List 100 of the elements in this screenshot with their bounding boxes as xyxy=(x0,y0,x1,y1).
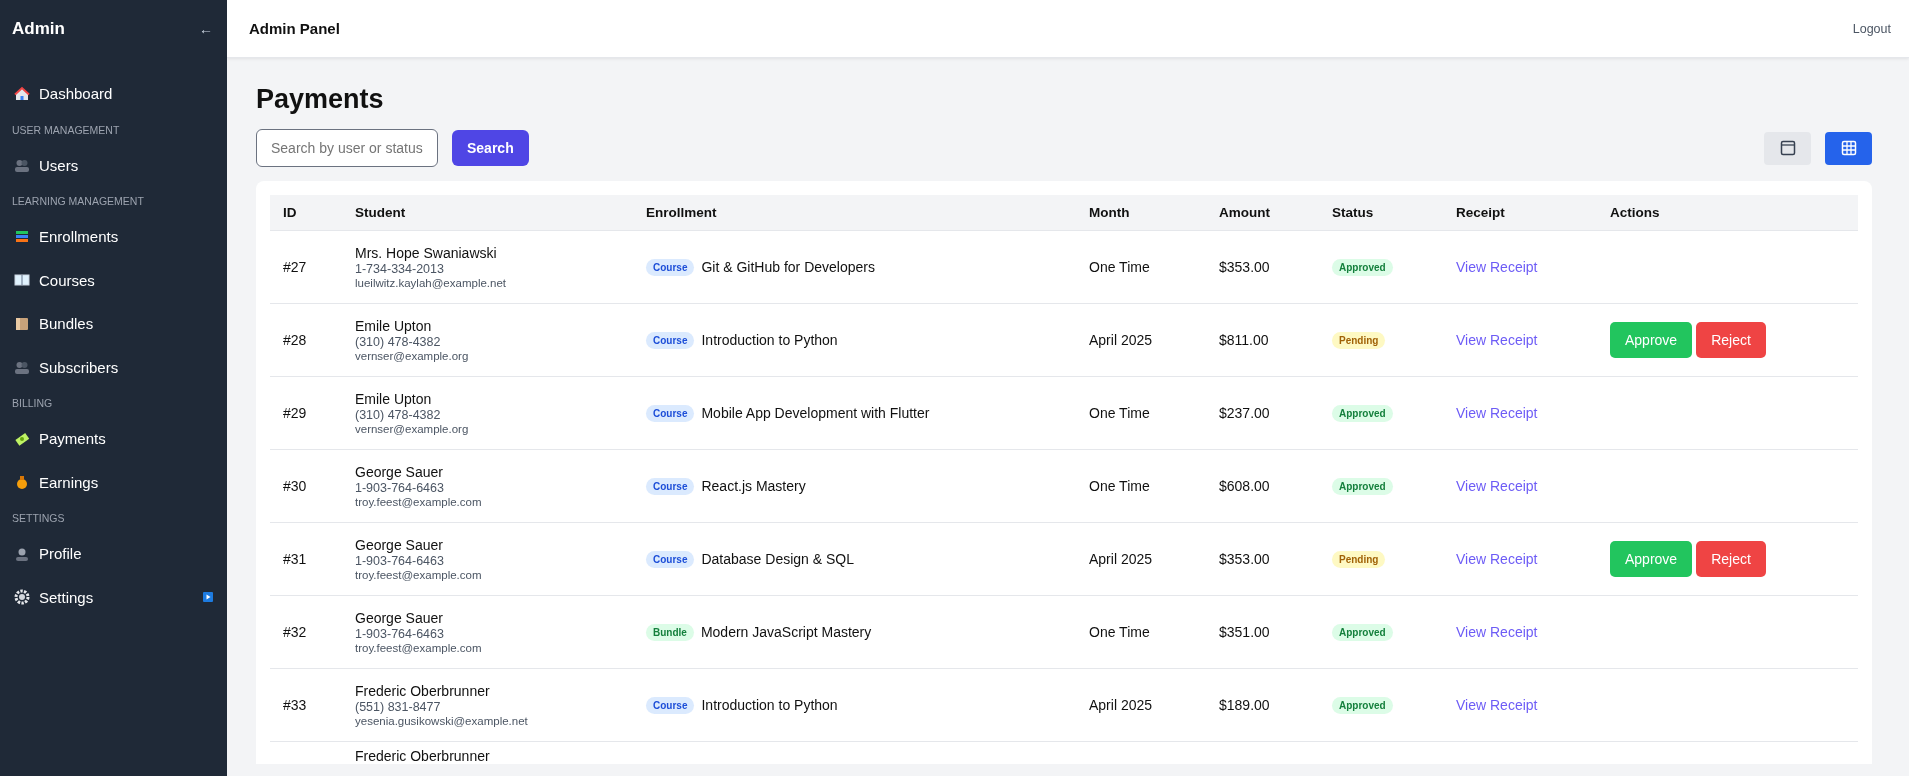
status-tag: Approved xyxy=(1332,477,1393,495)
amount-cell-text: $608.00 xyxy=(1218,478,1271,494)
id-cell-text: #31 xyxy=(282,551,308,567)
sidebar-item[interactable]: Enrollments xyxy=(0,215,227,259)
sidebar-section-heading: LEARNING MANAGEMENT xyxy=(11,194,145,209)
people-icon xyxy=(14,359,30,376)
id-cell-text: #27 xyxy=(282,259,308,275)
month-cell-text: April 2025 xyxy=(1088,332,1154,348)
status-tag: Approved xyxy=(1332,696,1393,714)
window-icon xyxy=(1779,140,1796,156)
view-receipt-link[interactable]: View Receipt xyxy=(1443,405,1538,421)
sidebar-item[interactable]: Bundles xyxy=(0,302,227,346)
student-name: Emile Upton xyxy=(355,391,433,407)
month-cell-text: One Time xyxy=(1088,405,1151,421)
student-email: troy.feest@example.com xyxy=(355,642,483,654)
enrollment-title: Database Design & SQL xyxy=(701,551,854,567)
id-cell-text: #32 xyxy=(282,624,308,640)
enrollment-title: Introduction to Python xyxy=(701,332,838,348)
column-header: Status xyxy=(1331,205,1375,220)
page-title: Payments xyxy=(256,84,385,115)
column-header: Month xyxy=(1088,205,1131,220)
student-phone: (551) 831-8477 xyxy=(355,700,442,714)
column-header: Enrollment xyxy=(645,205,718,220)
enrollment-type-tag: Course xyxy=(646,550,695,568)
id-cell-text: #30 xyxy=(282,478,308,494)
month-cell-text: April 2025 xyxy=(1088,551,1154,567)
view-receipt-link[interactable]: View Receipt xyxy=(1443,624,1538,640)
student-name: George Sauer xyxy=(355,464,444,480)
column-header: Receipt xyxy=(1455,205,1506,220)
student-name: George Sauer xyxy=(355,610,444,626)
id-cell-text: #33 xyxy=(282,697,308,713)
reject-button[interactable]: Reject xyxy=(1696,322,1766,358)
column-header: Actions xyxy=(1609,205,1661,220)
column-header: Student xyxy=(354,205,407,220)
sidebar-item[interactable]: Profile xyxy=(0,532,227,576)
student-phone: 1-903-764-6463 xyxy=(355,627,445,641)
sidebar-section-heading: SETTINGS xyxy=(11,511,66,526)
student-email: yesenia.gusikowski@example.net xyxy=(355,715,529,727)
top-bar-title: Admin Panel xyxy=(249,20,340,37)
month-cell-text: One Time xyxy=(1088,624,1151,640)
sidebar-item[interactable]: Users xyxy=(0,143,227,187)
enrollment-title: Introduction to Python xyxy=(701,697,838,713)
enrollment-title: Modern JavaScript Mastery xyxy=(700,624,872,640)
amount-cell-text: $189.00 xyxy=(1218,697,1271,713)
sidebar-item[interactable]: Earnings xyxy=(0,460,227,504)
house-icon xyxy=(14,85,30,102)
student-name: Mrs. Hope Swaniawski xyxy=(355,245,498,261)
sidebar-section-heading: USER MANAGEMENT xyxy=(11,122,121,138)
amount-cell-text: $353.00 xyxy=(1218,259,1271,275)
status-tag: Approved xyxy=(1332,258,1393,276)
enrollment-type-tag: Course xyxy=(646,404,695,422)
view-receipt-link[interactable]: View Receipt xyxy=(1443,332,1538,348)
reject-button[interactable]: Reject xyxy=(1696,541,1766,577)
amount-cell-text: $351.00 xyxy=(1218,624,1271,640)
sidebar-title: Admin xyxy=(12,19,65,39)
month-cell-text: April 2025 xyxy=(1088,697,1154,713)
sidebar-item[interactable]: Payments xyxy=(0,417,227,461)
grid-icon xyxy=(1840,140,1857,156)
student-email: troy.feest@example.com xyxy=(355,569,483,581)
enrollment-title: React.js Mastery xyxy=(701,478,806,494)
status-tag: Approved xyxy=(1332,623,1393,641)
student-phone: 1-903-764-6463 xyxy=(355,554,445,568)
column-header: ID xyxy=(282,205,298,220)
books-icon xyxy=(14,228,30,245)
student-email: vernser@example.org xyxy=(355,423,470,435)
sidebar-item[interactable]: Settings xyxy=(0,575,227,619)
column-header: Amount xyxy=(1218,205,1271,220)
status-tag: Pending xyxy=(1332,550,1386,568)
student-name: Frederic Oberbrunner xyxy=(355,748,491,764)
id-cell-text: #28 xyxy=(282,332,308,348)
view-receipt-link[interactable]: View Receipt xyxy=(1443,697,1538,713)
student-phone: 1-903-764-6463 xyxy=(355,481,445,495)
month-cell-text: One Time xyxy=(1088,478,1151,494)
search-field[interactable]: Search by user or status xyxy=(256,129,438,167)
people-icon xyxy=(14,157,30,174)
enrollment-type-tag: Course xyxy=(646,331,695,349)
student-email: vernser@example.org xyxy=(355,350,470,362)
enrollment-type-tag: Bundle xyxy=(646,623,694,641)
student-phone: (310) 478-4382 xyxy=(355,408,442,422)
student-name: George Sauer xyxy=(355,537,444,553)
search-button[interactable]: Search xyxy=(452,130,529,166)
table-view-button[interactable] xyxy=(1825,131,1872,165)
settings-icon xyxy=(14,589,30,606)
sidebar-section-heading: BILLING xyxy=(11,396,54,411)
box-icon xyxy=(14,315,30,332)
card-view-button[interactable] xyxy=(1764,131,1811,165)
view-receipt-link[interactable]: View Receipt xyxy=(1443,259,1538,275)
view-receipt-link[interactable]: View Receipt xyxy=(1443,551,1538,567)
sidebar-item[interactable]: Courses xyxy=(0,258,227,302)
book-icon xyxy=(14,272,30,289)
view-receipt-link[interactable]: View Receipt xyxy=(1443,478,1538,494)
student-phone: 1-734-334-2013 xyxy=(355,262,445,276)
enrollment-title: Mobile App Development with Flutter xyxy=(701,405,930,421)
status-tag: Approved xyxy=(1332,404,1393,422)
sidebar-item[interactable]: Dashboard xyxy=(0,72,227,116)
collapse-button[interactable]: ← xyxy=(199,21,213,37)
sidebar-item[interactable]: Subscribers xyxy=(0,345,227,389)
enrollment-title: Git & GitHub for Developers xyxy=(701,259,875,275)
logout-link[interactable]: Logout xyxy=(1852,21,1891,36)
amount-cell-text: $353.00 xyxy=(1218,551,1271,567)
